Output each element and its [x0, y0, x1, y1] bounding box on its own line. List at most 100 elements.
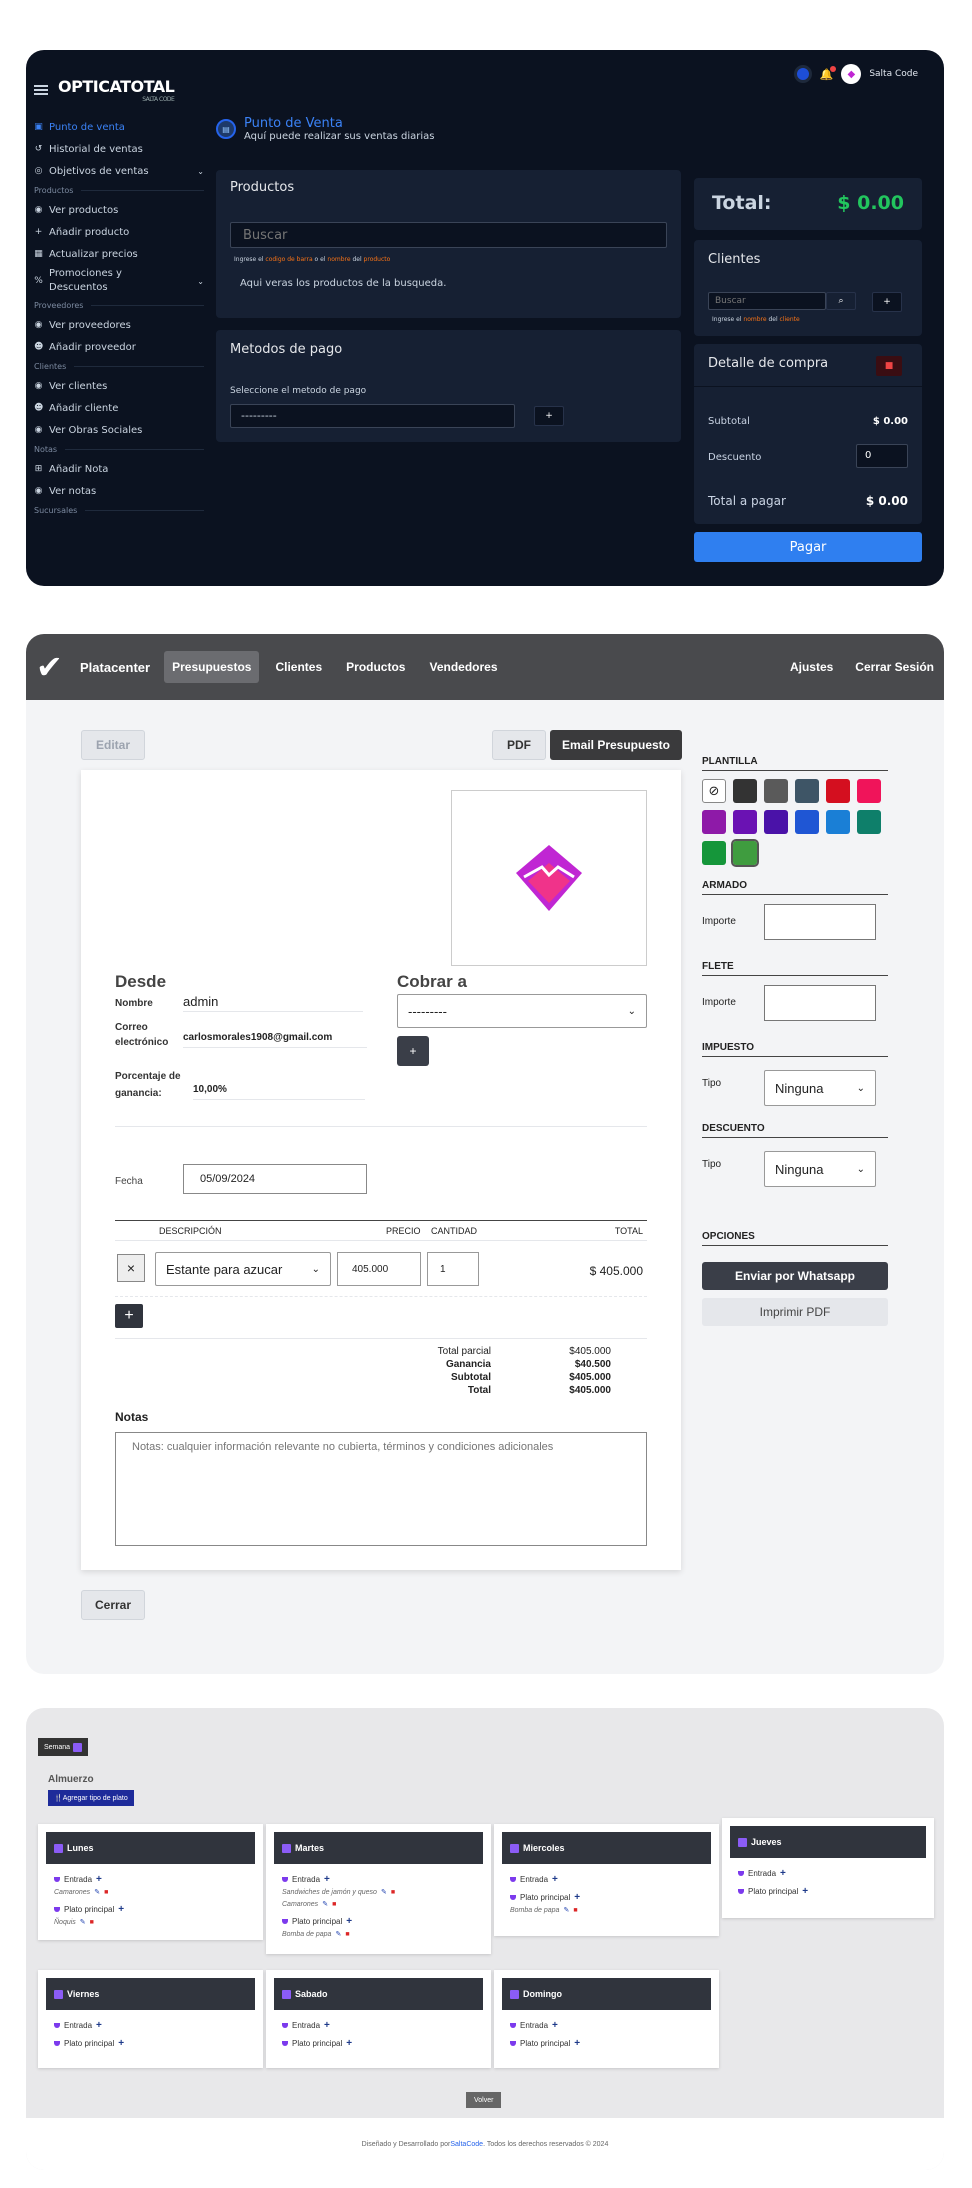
- pdf-button[interactable]: PDF: [492, 730, 546, 760]
- add-dish-icon[interactable]: +: [802, 1886, 808, 1897]
- edit-icon[interactable]: ✎: [381, 1888, 387, 1896]
- correo-value[interactable]: carlosmorales1908@gmail.com: [183, 1032, 367, 1048]
- add-dish-icon[interactable]: +: [324, 1874, 330, 1885]
- add-dish-icon[interactable]: +: [118, 2038, 124, 2049]
- discount-input[interactable]: 0: [856, 444, 908, 468]
- nav-ajustes[interactable]: Ajustes: [790, 660, 833, 674]
- sidebar-item[interactable]: ▣ Punto de venta: [26, 116, 212, 138]
- pay-button[interactable]: Pagar: [694, 532, 922, 562]
- add-dish-icon[interactable]: +: [96, 1874, 102, 1885]
- quantity-input[interactable]: 1: [427, 1252, 479, 1286]
- sidebar-item[interactable]: ◉ Ver notas: [26, 480, 212, 502]
- add-dish-icon[interactable]: +: [346, 2038, 352, 2049]
- add-dish-icon[interactable]: +: [118, 1904, 124, 1915]
- edit-icon[interactable]: ✎: [94, 1888, 100, 1896]
- sidebar-item[interactable]: ◉ Ver Obras Sociales: [26, 419, 212, 441]
- add-client-button[interactable]: +: [397, 1036, 429, 1066]
- color-swatch[interactable]: [795, 810, 819, 834]
- edit-button[interactable]: Editar: [81, 730, 145, 760]
- color-swatch[interactable]: [733, 810, 757, 834]
- client-search-input[interactable]: [708, 292, 826, 310]
- company-logo[interactable]: [451, 790, 647, 966]
- notes-textarea[interactable]: [115, 1432, 647, 1546]
- impuesto-select[interactable]: Ninguna ⌄: [764, 1070, 876, 1106]
- descuento-select[interactable]: Ninguna ⌄: [764, 1151, 876, 1187]
- fecha-input[interactable]: 05/09/2024: [183, 1164, 367, 1194]
- brand[interactable]: Platacenter: [80, 660, 150, 675]
- remove-row-icon[interactable]: ×: [117, 1254, 145, 1282]
- nav-vendedores[interactable]: Vendedores: [421, 651, 505, 683]
- color-swatch[interactable]: [857, 779, 881, 803]
- avatar[interactable]: ◆: [841, 64, 862, 84]
- check-logo-icon[interactable]: ✔: [36, 648, 80, 686]
- trash-icon[interactable]: ■: [573, 1907, 577, 1914]
- sidebar-item[interactable]: ◉ Ver clientes: [26, 375, 212, 397]
- trash-icon[interactable]: ■: [332, 1901, 336, 1908]
- nav-presupuestos[interactable]: Presupuestos: [164, 651, 260, 683]
- sidebar-item[interactable]: ☻ Añadir cliente: [26, 397, 212, 419]
- trash-icon[interactable]: ■: [90, 1919, 94, 1926]
- trash-icon[interactable]: ■: [391, 1889, 395, 1896]
- color-swatch[interactable]: [764, 779, 788, 803]
- color-swatch[interactable]: [702, 810, 726, 834]
- color-swatch[interactable]: [764, 810, 788, 834]
- sidebar-item[interactable]: ◉ Ver productos: [26, 199, 212, 221]
- sidebar-item[interactable]: ☻ Añadir proveedor: [26, 336, 212, 358]
- menu-icon[interactable]: [34, 85, 48, 95]
- add-dish-type-button[interactable]: 🍴 Agregar tipo de plato: [48, 1790, 134, 1806]
- color-swatch[interactable]: [826, 810, 850, 834]
- edit-icon[interactable]: ✎: [80, 1918, 86, 1926]
- payment-select[interactable]: ---------: [230, 404, 515, 428]
- add-row-button[interactable]: +: [115, 1304, 143, 1328]
- color-swatch[interactable]: [795, 779, 819, 803]
- theme-toggle[interactable]: [793, 65, 812, 83]
- flete-importe-input[interactable]: [764, 985, 876, 1021]
- add-dish-icon[interactable]: +: [324, 2020, 330, 2031]
- footer-link[interactable]: SaltaCode: [450, 2141, 483, 2148]
- sidebar-item[interactable]: ⊞ Añadir Nota: [26, 458, 212, 480]
- nav-productos[interactable]: Productos: [338, 651, 413, 683]
- edit-icon[interactable]: ✎: [322, 1900, 328, 1908]
- trash-icon[interactable]: ■: [876, 356, 902, 376]
- add-dish-icon[interactable]: +: [780, 1868, 786, 1879]
- add-payment-button[interactable]: +: [534, 406, 564, 426]
- trash-icon[interactable]: ■: [345, 1931, 349, 1938]
- product-search-input[interactable]: [230, 222, 667, 248]
- sidebar-item[interactable]: ▦ Actualizar precios: [26, 243, 212, 265]
- add-dish-icon[interactable]: +: [552, 1874, 558, 1885]
- sidebar-item[interactable]: ↺ Historial de ventas: [26, 138, 212, 160]
- bell-icon[interactable]: 🔔: [820, 65, 836, 81]
- back-button[interactable]: Volver: [466, 2092, 502, 2108]
- add-dish-icon[interactable]: +: [96, 2020, 102, 2031]
- color-swatch[interactable]: [733, 779, 757, 803]
- add-dish-icon[interactable]: +: [552, 2020, 558, 2031]
- close-button[interactable]: Cerrar: [81, 1590, 145, 1620]
- whatsapp-button[interactable]: Enviar por Whatsapp: [702, 1262, 888, 1290]
- sidebar-item[interactable]: % Promociones y Descuentos ⌄: [26, 265, 212, 297]
- price-input[interactable]: 405.000: [337, 1252, 421, 1286]
- add-client-button[interactable]: +: [872, 292, 902, 312]
- trash-icon[interactable]: ■: [104, 1889, 108, 1896]
- product-select[interactable]: Estante para azucar ⌄: [155, 1252, 331, 1286]
- armado-importe-input[interactable]: [764, 904, 876, 940]
- ganancia-value[interactable]: 10,00%: [193, 1084, 365, 1100]
- color-swatch[interactable]: [731, 839, 759, 867]
- edit-icon[interactable]: ✎: [563, 1906, 569, 1914]
- edit-icon[interactable]: ✎: [335, 1930, 341, 1938]
- color-swatch[interactable]: [857, 810, 881, 834]
- week-button[interactable]: Semana: [38, 1738, 89, 1756]
- add-dish-icon[interactable]: +: [346, 1916, 352, 1927]
- no-template-icon[interactable]: ⊘: [702, 779, 726, 803]
- add-dish-icon[interactable]: +: [574, 2038, 580, 2049]
- color-swatch[interactable]: [826, 779, 850, 803]
- search-icon[interactable]: ⌕: [826, 292, 856, 310]
- sidebar-item[interactable]: ◉ Ver proveedores: [26, 314, 212, 336]
- nav-cerrar-sesion[interactable]: Cerrar Sesión: [855, 660, 934, 674]
- client-select[interactable]: --------- ⌄: [397, 994, 647, 1028]
- print-pdf-button[interactable]: Imprimir PDF: [702, 1298, 888, 1326]
- color-swatch[interactable]: [702, 841, 726, 865]
- user-name[interactable]: Salta Code: [869, 69, 918, 79]
- sidebar-item[interactable]: + Añadir producto: [26, 221, 212, 243]
- nombre-value[interactable]: admin: [183, 994, 363, 1012]
- nav-clientes[interactable]: Clientes: [267, 651, 330, 683]
